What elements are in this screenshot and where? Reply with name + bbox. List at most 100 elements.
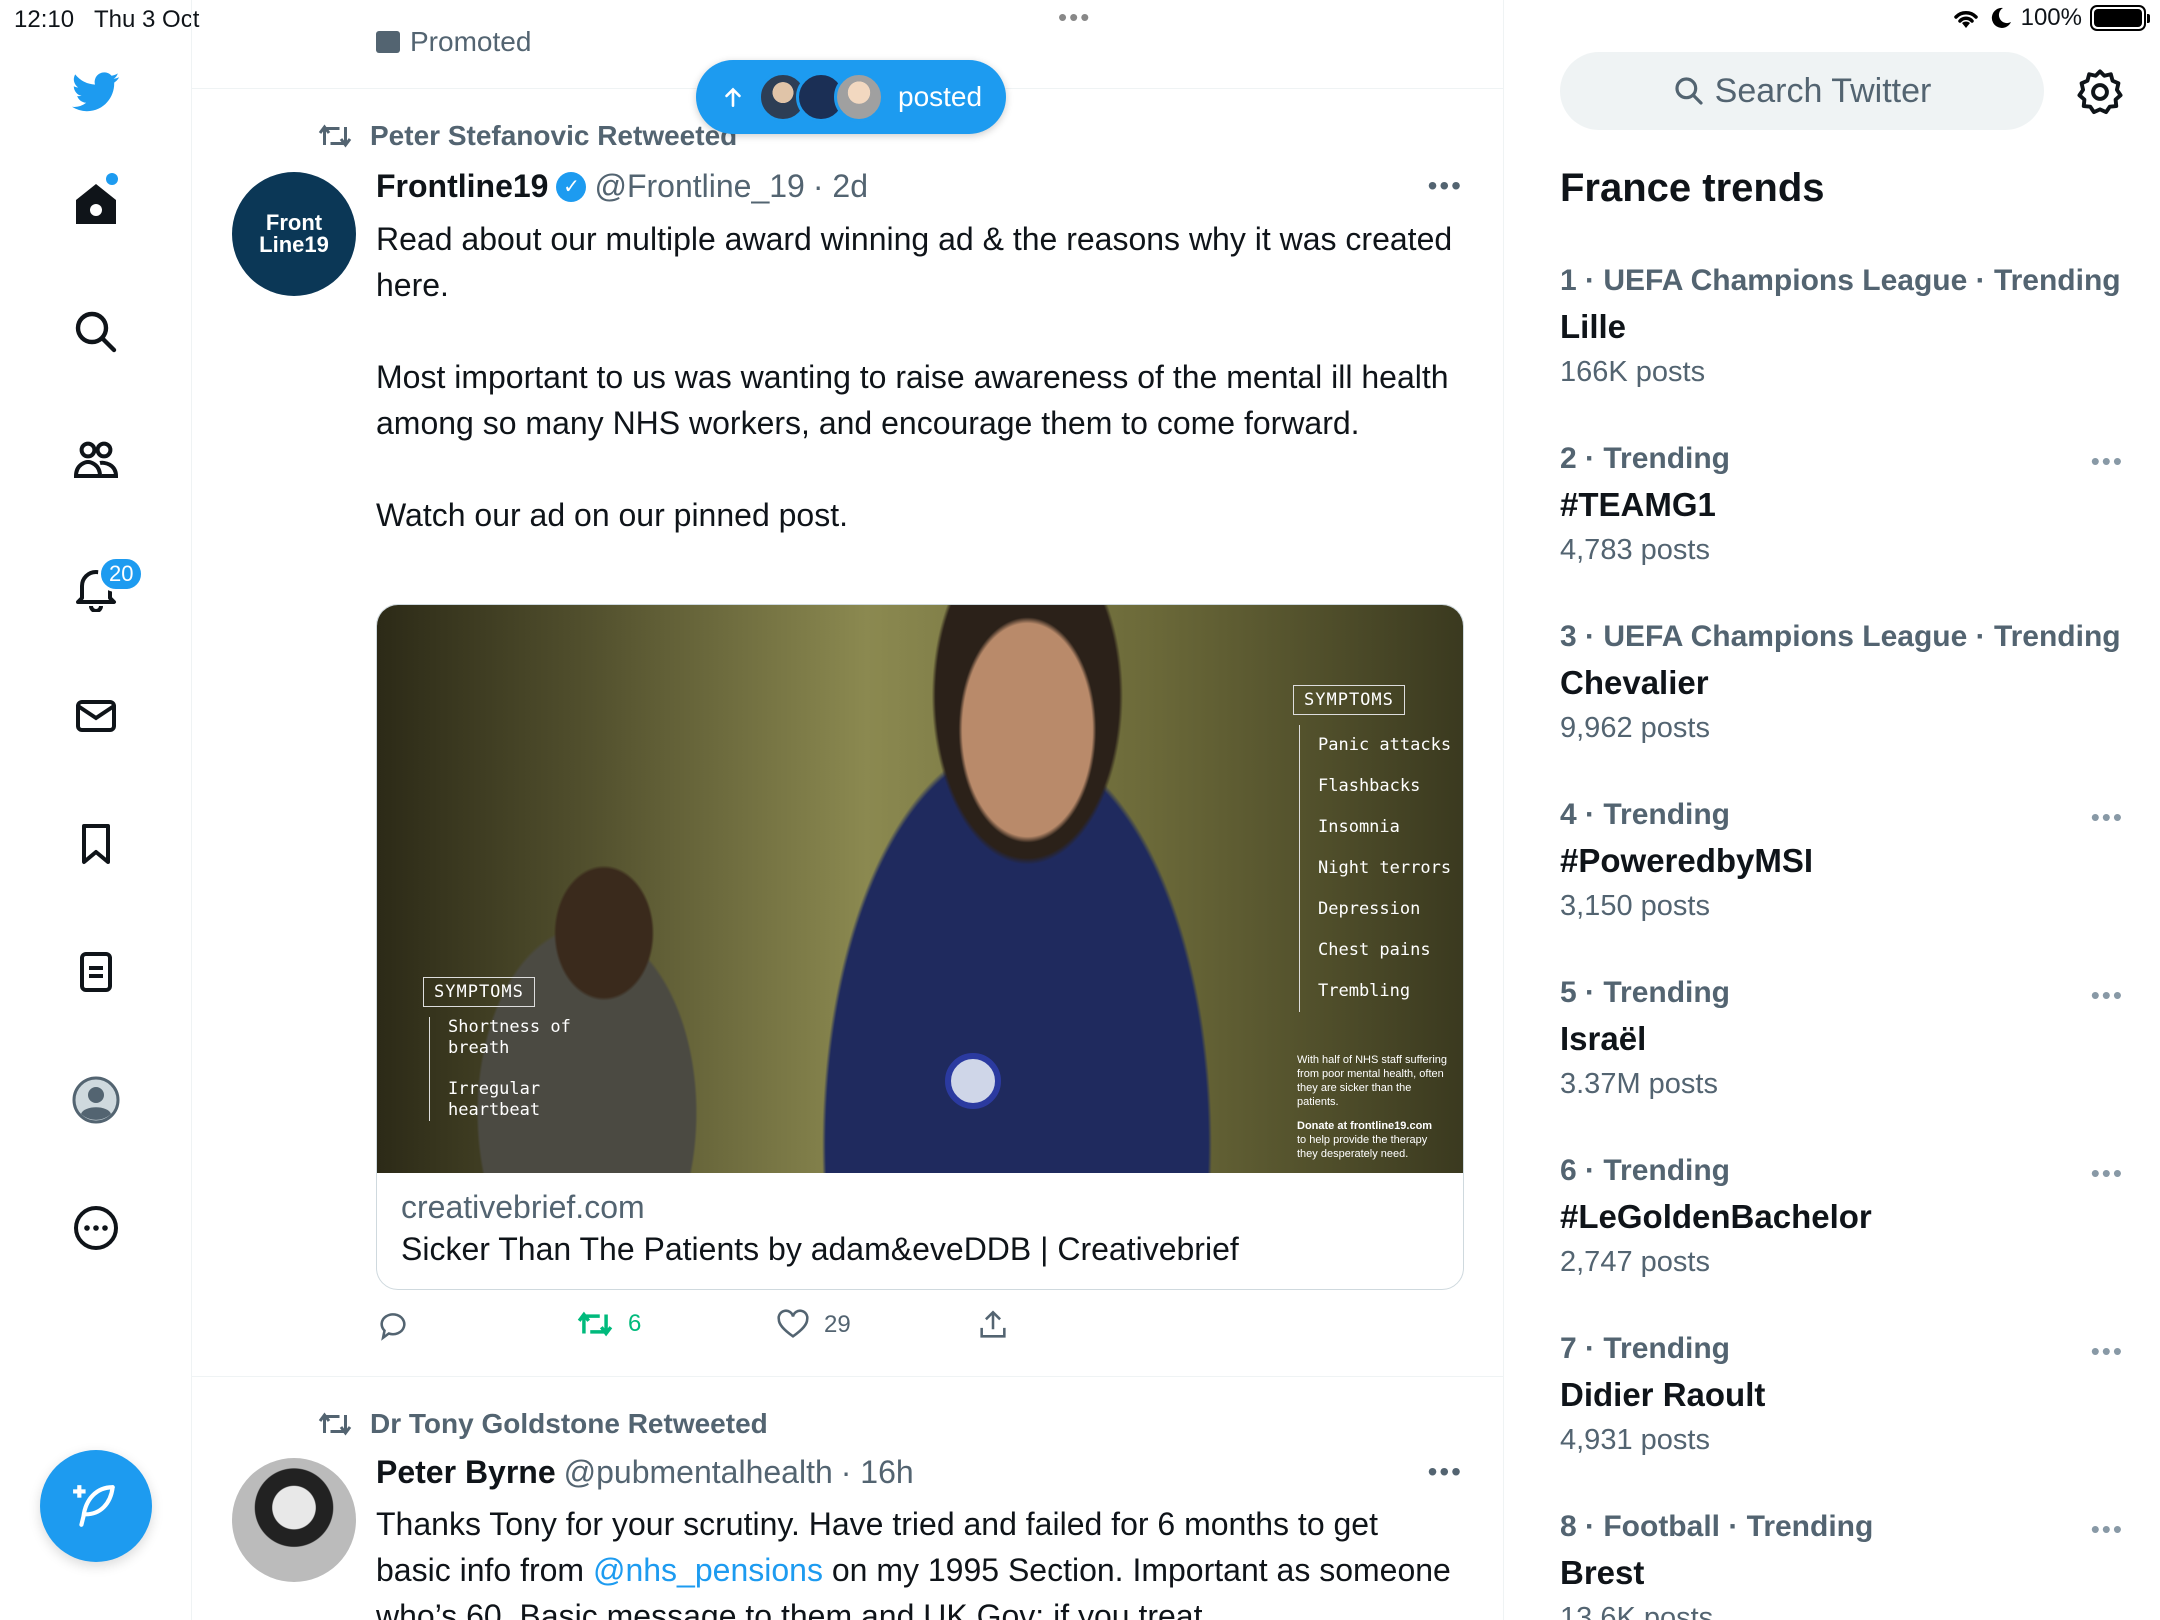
communities-icon[interactable] bbox=[64, 428, 128, 492]
link-card[interactable]: SYMPTOMS Panic attacks Flashbacks Insomn… bbox=[376, 604, 1464, 1290]
trend-more-icon[interactable]: ••• bbox=[2091, 1158, 2124, 1189]
avatar[interactable]: Front Line19 bbox=[232, 172, 356, 296]
trend-name: #TEAMG1 bbox=[1560, 486, 1716, 523]
link-card-title: Sicker Than The Patients by adam&eveDDB … bbox=[401, 1231, 1239, 1267]
retweet-icon bbox=[577, 1311, 613, 1337]
trend-meta: 5 · Trending bbox=[1560, 976, 1731, 1009]
search-icon bbox=[1675, 77, 1703, 105]
left-navigation: 20 bbox=[0, 0, 192, 1620]
new-posts-label: posted bbox=[898, 81, 983, 112]
trend-item[interactable]: 2 · Trending #TEAMG1 4,783 posts ••• bbox=[1560, 442, 2122, 567]
retweet-button[interactable]: 6 bbox=[576, 1308, 641, 1340]
lists-icon[interactable] bbox=[64, 940, 128, 1004]
explore-search-icon[interactable] bbox=[64, 300, 128, 364]
timeline: Promoted posted Peter Stefanovic Retweet… bbox=[192, 0, 1504, 1620]
trend-name: Israël bbox=[1560, 1020, 1647, 1057]
search-input[interactable]: Search Twitter bbox=[1560, 52, 2044, 130]
like-count: 29 bbox=[824, 1311, 851, 1338]
trend-meta: 1 · UEFA Champions League · Trending bbox=[1560, 264, 2121, 297]
tweet-time[interactable]: · 2d bbox=[813, 168, 868, 205]
trend-more-icon[interactable]: ••• bbox=[2091, 802, 2124, 833]
trend-meta: 4 · Trending bbox=[1560, 798, 1731, 831]
ad-donate-subtext: to help provide the therapy they despera… bbox=[1297, 1134, 1428, 1160]
share-icon bbox=[980, 1310, 1006, 1338]
link-card-image[interactable]: SYMPTOMS Panic attacks Flashbacks Insomn… bbox=[377, 605, 1463, 1173]
author-name[interactable]: Frontline19 bbox=[376, 168, 548, 205]
trend-count: 4,931 posts bbox=[1560, 1424, 1710, 1456]
search-placeholder: Search Twitter bbox=[1714, 71, 1932, 110]
symptom-item: Irregular heartbeat bbox=[448, 1079, 541, 1120]
author-name[interactable]: Peter Byrne bbox=[376, 1454, 556, 1491]
trend-count: 2,747 posts bbox=[1560, 1246, 1710, 1278]
symptom-item: Trembling bbox=[1318, 981, 1411, 1001]
right-sidebar: Search Twitter France trends 1 · UEFA Ch… bbox=[1504, 0, 2160, 1620]
promoted-label: Promoted bbox=[376, 26, 531, 58]
messages-mail-icon[interactable] bbox=[64, 684, 128, 748]
trend-name: Chevalier bbox=[1560, 664, 1709, 701]
feather-plus-icon bbox=[73, 1485, 115, 1527]
tweet-header: Frontline19 ✓ @Frontline_19 · 2d bbox=[376, 168, 868, 205]
trend-item[interactable]: 8 · Football · Trending Brest 13.6K post… bbox=[1560, 1510, 2122, 1620]
trend-count: 13.6K posts bbox=[1560, 1602, 1714, 1620]
trend-more-icon[interactable]: ••• bbox=[2091, 980, 2124, 1011]
bookmarks-icon[interactable] bbox=[64, 812, 128, 876]
symptom-item: Chest pains bbox=[1318, 940, 1431, 960]
trend-name: Brest bbox=[1560, 1554, 1645, 1591]
twitter-logo-icon[interactable] bbox=[64, 60, 128, 124]
retweet-icon bbox=[318, 124, 352, 148]
trend-item[interactable]: 5 · Trending Israël 3.37M posts ••• bbox=[1560, 976, 2122, 1101]
home-unread-dot bbox=[106, 173, 118, 185]
like-button[interactable]: 29 bbox=[776, 1308, 851, 1342]
profile-avatar-icon[interactable] bbox=[64, 1068, 128, 1132]
retweet-count: 6 bbox=[628, 1310, 642, 1337]
avatar[interactable] bbox=[232, 1458, 356, 1582]
divider bbox=[192, 1376, 1503, 1377]
symptom-item: Insomnia bbox=[1318, 817, 1400, 837]
new-posts-pill[interactable]: posted bbox=[696, 60, 1006, 134]
trend-item[interactable]: 1 · UEFA Champions League · Trending Lil… bbox=[1560, 264, 2121, 389]
trend-meta: 2 · Trending bbox=[1560, 442, 1731, 475]
trend-item[interactable]: 7 · Trending Didier Raoult 4,931 posts •… bbox=[1560, 1332, 2122, 1457]
trend-meta: 6 · Trending bbox=[1560, 1154, 1731, 1187]
retweet-icon bbox=[318, 1412, 352, 1436]
trend-item[interactable]: 4 · Trending #PoweredbyMSI 3,150 posts •… bbox=[1560, 798, 2122, 923]
tweet-more-icon[interactable]: ••• bbox=[1428, 170, 1463, 202]
trend-item[interactable]: 3 · UEFA Champions League · Trending Che… bbox=[1560, 620, 2121, 745]
tweet-actions: 6 29 bbox=[376, 1308, 1376, 1348]
compose-tweet-button[interactable] bbox=[40, 1450, 152, 1562]
author-handle[interactable]: @pubmentalhealth bbox=[564, 1454, 833, 1491]
tweet-more-icon[interactable]: ••• bbox=[1428, 1456, 1463, 1488]
avatar bbox=[834, 72, 884, 122]
symptom-item: Shortness of breath bbox=[448, 1017, 571, 1058]
ad-donate-text: Donate at frontline19.com bbox=[1297, 1120, 1433, 1132]
author-handle[interactable]: @Frontline_19 bbox=[594, 168, 804, 205]
reply-button[interactable] bbox=[376, 1308, 424, 1342]
trend-more-icon[interactable]: ••• bbox=[2091, 1336, 2124, 1367]
ad-caption: With half of NHS staff suffering from po… bbox=[1297, 1053, 1447, 1161]
trend-count: 166K posts bbox=[1560, 356, 1706, 388]
tweet-time[interactable]: · 16h bbox=[841, 1454, 914, 1491]
fob-watch bbox=[945, 1053, 1001, 1109]
arrow-up-icon bbox=[725, 87, 741, 107]
symptom-item: Flashbacks bbox=[1318, 776, 1421, 796]
trend-meta: 3 · UEFA Champions League · Trending bbox=[1560, 620, 2121, 653]
symptoms-title: SYMPTOMS bbox=[423, 977, 535, 1007]
trends-title: France trends bbox=[1560, 166, 1825, 210]
trend-count: 3,150 posts bbox=[1560, 890, 1710, 922]
share-button[interactable] bbox=[976, 1308, 1010, 1342]
promoted-icon bbox=[376, 31, 400, 53]
tweet-header: Peter Byrne @pubmentalhealth · 16h bbox=[376, 1454, 914, 1491]
symptoms-title: SYMPTOMS bbox=[1293, 685, 1405, 715]
more-options-icon[interactable] bbox=[64, 1196, 128, 1260]
home-icon[interactable] bbox=[64, 172, 128, 236]
trend-more-icon[interactable]: ••• bbox=[2091, 446, 2124, 477]
settings-gear-icon[interactable] bbox=[2074, 66, 2126, 118]
heart-icon bbox=[777, 1309, 809, 1338]
trend-item[interactable]: 6 · Trending #LeGoldenBachelor 2,747 pos… bbox=[1560, 1154, 2122, 1279]
trend-more-icon[interactable]: ••• bbox=[2091, 1514, 2124, 1545]
symptoms-box-right: SYMPTOMS Panic attacks Flashbacks Insomn… bbox=[1293, 685, 1463, 1012]
mention-link[interactable]: @nhs_pensions bbox=[593, 1552, 823, 1588]
retweet-context: Peter Stefanovic Retweeted bbox=[316, 120, 737, 152]
pill-avatars bbox=[758, 72, 884, 122]
tweet-paragraph: Watch our ad on our pinned post. bbox=[376, 497, 848, 533]
